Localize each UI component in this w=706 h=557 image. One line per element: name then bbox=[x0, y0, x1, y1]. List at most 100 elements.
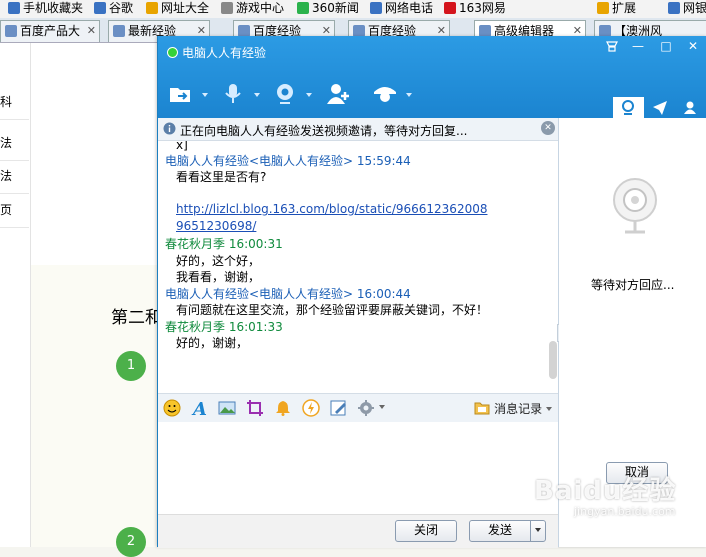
bookmark-google[interactable]: 谷歌 bbox=[94, 0, 133, 18]
history-folder-icon bbox=[474, 402, 490, 415]
paper-plane-icon bbox=[653, 101, 667, 115]
page-icon bbox=[5, 25, 17, 37]
close-button[interactable]: 关闭 bbox=[395, 520, 457, 542]
image-icon[interactable] bbox=[218, 399, 236, 417]
message-link[interactable]: http://lizlcl.blog.163.com/blog/static/9… bbox=[176, 202, 487, 216]
tab-video[interactable] bbox=[613, 97, 644, 118]
message-sender: 电脑人人有经验<电脑人人有经验> 16:00:44 bbox=[165, 287, 411, 301]
message-link[interactable]: 9651230698/ bbox=[176, 219, 256, 233]
page-side-nav: 科 法 法 页 bbox=[0, 43, 31, 547]
bookmark-net-phone[interactable]: 网络电话 bbox=[370, 0, 433, 18]
svg-text:A: A bbox=[191, 399, 207, 417]
gear-icon[interactable] bbox=[357, 399, 377, 417]
step-number: 2 bbox=[116, 527, 146, 557]
maximize-button[interactable]: □ bbox=[652, 36, 680, 56]
page-content-lower: 第二和 1 2 bbox=[31, 265, 162, 557]
bookmarks-bar: 手机收藏夹 谷歌 网址大全 游戏中心 360新闻 网络电话 163网易 扩展 网… bbox=[0, 0, 706, 19]
folder-send-icon bbox=[170, 88, 190, 102]
skin-icon[interactable] bbox=[600, 36, 624, 56]
video-invite-notice: 正在向电脑人人有经验发送视频邀请，等待对方回复... ✕ bbox=[158, 118, 558, 141]
minimize-button[interactable]: — bbox=[624, 36, 652, 56]
paw-icon bbox=[113, 25, 125, 37]
star-icon bbox=[146, 2, 158, 14]
bookmark-163[interactable]: 163网易 bbox=[444, 0, 506, 18]
waiting-status: 等待对方回应... bbox=[591, 278, 675, 292]
add-contact-button[interactable] bbox=[326, 82, 366, 110]
chevron-down-icon bbox=[254, 93, 260, 97]
add-user-icon bbox=[327, 84, 349, 104]
scrollbar-thumb[interactable] bbox=[549, 341, 557, 379]
bookmark-online-bank[interactable]: 网银 bbox=[668, 0, 706, 18]
info-icon bbox=[163, 122, 176, 135]
helper-icon bbox=[374, 87, 396, 102]
microphone-icon bbox=[225, 84, 241, 103]
side-nav-item[interactable]: 科 bbox=[0, 85, 29, 120]
message-body: 好的，谢谢， bbox=[176, 336, 249, 350]
message-body: 有问题就在这里交流，那个经验留评要屏蔽关键词，不好！ bbox=[176, 303, 489, 317]
phone-icon bbox=[8, 2, 20, 14]
notice-text: 正在向电脑人人有经验发送视频邀请，等待对方回复... bbox=[180, 124, 468, 138]
input-toolbar: A 消息记录 bbox=[158, 393, 558, 423]
bank-icon bbox=[668, 2, 680, 14]
gamepad-icon bbox=[221, 2, 233, 14]
chat-title-bar[interactable]: 电脑人人有经验 — □ ✕ bbox=[158, 36, 706, 118]
remote-assist-button[interactable] bbox=[372, 82, 412, 110]
browser-tab[interactable]: 百度产品大 ✕ bbox=[0, 20, 100, 42]
tab-send[interactable] bbox=[644, 97, 675, 118]
chevron-down-icon bbox=[202, 93, 208, 97]
send-button[interactable]: 发送 bbox=[469, 520, 531, 542]
side-panel-tabs bbox=[613, 97, 706, 118]
smiley-icon[interactable] bbox=[163, 399, 181, 417]
step-number: 1 bbox=[116, 351, 146, 381]
action-button-row: 关闭 发送 bbox=[158, 514, 558, 548]
message-body: 好的，这个好， bbox=[176, 254, 261, 268]
online-status-icon bbox=[167, 47, 178, 58]
message-body: 我看看，谢谢， bbox=[176, 270, 261, 284]
message-sender: 电脑人人有经验<电脑人人有经验> 15:59:44 bbox=[165, 154, 411, 168]
webcam-placeholder-icon bbox=[613, 178, 657, 234]
transfer-file-button[interactable] bbox=[168, 82, 208, 110]
message-body: 看看这里是否有? bbox=[176, 170, 267, 184]
chevron-down-icon bbox=[306, 93, 312, 97]
tab-profile[interactable] bbox=[675, 97, 706, 118]
news-icon bbox=[297, 2, 309, 14]
message-sender: 春花秋月季 16:00:31 bbox=[165, 237, 283, 251]
bookmark-360-news[interactable]: 360新闻 bbox=[297, 0, 359, 18]
netease-icon bbox=[444, 2, 456, 14]
step-heading: 第二和 bbox=[111, 308, 162, 328]
close-notice-icon[interactable]: ✕ bbox=[541, 121, 555, 135]
bell-icon[interactable] bbox=[274, 399, 292, 417]
side-nav-item[interactable]: 页 bbox=[0, 193, 29, 228]
user-icon bbox=[684, 101, 696, 114]
side-nav-item[interactable]: 法 bbox=[0, 159, 29, 194]
bookmark-url-directory[interactable]: 网址大全 bbox=[146, 0, 209, 18]
message-history-button[interactable]: 消息记录 bbox=[474, 400, 552, 417]
close-window-button[interactable]: ✕ bbox=[679, 36, 706, 56]
phone-call-icon bbox=[370, 2, 382, 14]
edit-icon[interactable] bbox=[330, 399, 348, 417]
font-icon[interactable]: A bbox=[190, 399, 208, 417]
chat-title: 电脑人人有经验 bbox=[182, 46, 267, 60]
close-tab-icon[interactable]: ✕ bbox=[87, 21, 96, 41]
video-call-button[interactable] bbox=[272, 82, 312, 110]
webcam-icon bbox=[622, 100, 634, 115]
watermark-url: jingyan.baidu.com bbox=[574, 505, 676, 518]
watermark-logo-text: Baidu经验 bbox=[534, 476, 677, 506]
voice-call-button[interactable] bbox=[220, 82, 260, 110]
webcam-icon bbox=[277, 84, 293, 104]
message-sender: 春花秋月季 16:01:33 bbox=[165, 320, 283, 334]
extensions-button[interactable]: 扩展 bbox=[597, 0, 636, 18]
side-nav-item[interactable]: 法 bbox=[0, 126, 29, 161]
chevron-down-icon bbox=[406, 93, 412, 97]
bookmark-mobile-favorites[interactable]: 手机收藏夹 bbox=[8, 0, 83, 18]
bookmark-game-center[interactable]: 游戏中心 bbox=[221, 0, 284, 18]
chevron-down-icon[interactable] bbox=[379, 405, 385, 409]
message-scrollbar[interactable] bbox=[548, 141, 558, 391]
chevron-down-icon bbox=[546, 407, 552, 411]
crop-icon[interactable] bbox=[246, 399, 264, 417]
shake-icon[interactable] bbox=[302, 399, 320, 417]
puzzle-icon bbox=[597, 2, 609, 14]
google-icon bbox=[94, 2, 106, 14]
message-history: x] 电脑人人有经验<电脑人人有经验> 15:59:44 看看这里是否有? ht… bbox=[158, 141, 548, 391]
message-input[interactable] bbox=[158, 422, 558, 514]
